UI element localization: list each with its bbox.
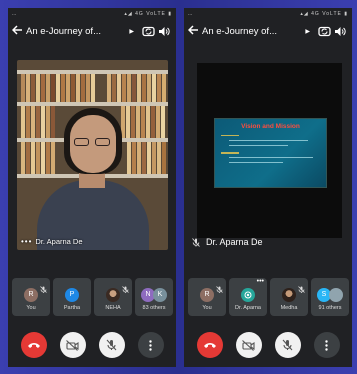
book-row [121, 106, 165, 138]
participant-label: You [202, 304, 212, 311]
switch-camera-icon[interactable] [316, 24, 332, 38]
book-row [21, 74, 95, 102]
switch-camera-icon[interactable] [140, 24, 156, 38]
mic-off-icon [192, 237, 200, 247]
speaker-name-tag: ••• Dr. Aparna De [21, 237, 83, 246]
more-options-button[interactable] [137, 332, 164, 358]
participant-label: Partha [63, 304, 81, 311]
caret-right-icon[interactable]: ▶ [305, 28, 310, 35]
back-arrow-icon[interactable] [187, 24, 202, 38]
participant-tile-medha[interactable]: Medha [270, 278, 308, 316]
meeting-title-bar: An e-Journey of... ▶ [8, 20, 176, 42]
participant-tile-others[interactable]: N K 83 others [135, 278, 173, 316]
camera-off-icon [66, 339, 79, 351]
end-call-icon [27, 343, 40, 348]
mic-off-icon [106, 339, 117, 351]
glasses-left [74, 138, 89, 146]
avatar-presenting-icon [241, 287, 255, 302]
status-bar: ... ▴◢ 4G VoLTE ▮ [8, 8, 176, 20]
avatar-photo [282, 287, 296, 302]
presenter-name-tag: Dr. Aparna De [192, 237, 263, 247]
end-call-button[interactable] [20, 332, 47, 358]
slide-title: Vision and Mission [241, 123, 300, 130]
mic-toggle-button[interactable] [98, 332, 125, 358]
more-options-icon [149, 339, 152, 351]
book-row [107, 74, 166, 102]
avatar-group: S [317, 287, 343, 302]
slide-body-text [221, 135, 320, 167]
end-call-icon [203, 343, 216, 348]
caret-right-icon[interactable]: ▶ [129, 28, 134, 35]
mic-off-icon [40, 280, 47, 298]
meeting-title[interactable]: An e-Journey of... [202, 26, 303, 37]
left-phone-screen: ... ▴◢ 4G VoLTE ▮ An e-Journey of... ▶ •… [8, 8, 176, 367]
avatar: P [65, 287, 79, 302]
book-row [21, 142, 55, 174]
mic-toggle-button[interactable] [274, 332, 301, 358]
call-controls [184, 332, 352, 358]
mic-off-icon [122, 280, 129, 298]
camera-off-icon [242, 339, 255, 351]
speaker-name: Dr. Aparna De [35, 237, 83, 246]
volume-icon[interactable] [156, 24, 172, 38]
avatar-photo [329, 287, 343, 302]
meeting-title[interactable]: An e-Journey of... [26, 26, 127, 37]
camera-toggle-button[interactable] [59, 332, 86, 358]
avatar-photo [106, 287, 120, 302]
participant-tile-dr-aparna[interactable]: ••• Dr. Aparna [229, 278, 267, 316]
avatar: R [200, 287, 214, 302]
status-bar: ... ▴◢ 4G VoLTE ▮ [184, 8, 352, 20]
avatar: K [153, 287, 167, 302]
participant-strip: R You P Partha NEHA N K 83 others [12, 278, 173, 316]
avatar: R [24, 287, 38, 302]
participant-tile-partha[interactable]: P Partha [53, 278, 91, 316]
presentation-slide: Vision and Mission [214, 118, 327, 188]
participant-tile-others[interactable]: S 91 others [311, 278, 349, 316]
mic-off-icon [282, 339, 293, 351]
more-options-icon [325, 339, 328, 351]
presenter-name: Dr. Aparna De [206, 237, 263, 247]
status-signal: ▴◢ 4G VoLTE ▮ [124, 11, 172, 17]
right-phone-screen: ... ▴◢ 4G VoLTE ▮ An e-Journey of... ▶ V… [184, 8, 352, 367]
participant-label: 83 others [142, 304, 166, 311]
volume-icon[interactable] [332, 24, 348, 38]
book-row [127, 142, 166, 174]
back-arrow-icon[interactable] [11, 24, 26, 38]
mic-off-icon [298, 280, 305, 298]
status-signal: ▴◢ 4G VoLTE ▮ [300, 11, 348, 17]
speaker-video[interactable]: ••• Dr. Aparna De [17, 60, 168, 250]
call-controls [8, 332, 176, 358]
participant-tile-you[interactable]: R You [188, 278, 226, 316]
participant-tile-you[interactable]: R You [12, 278, 50, 316]
status-carrier: ... [12, 11, 17, 17]
participant-label: Dr. Aparna [235, 304, 261, 311]
end-call-button[interactable] [196, 332, 223, 358]
glasses-right [95, 138, 110, 146]
status-carrier: ... [188, 11, 193, 17]
camera-toggle-button[interactable] [235, 332, 262, 358]
participant-label: Medha [280, 304, 298, 311]
presentation-view[interactable]: Vision and Mission [197, 63, 342, 238]
mic-off-icon [216, 280, 223, 298]
avatar-group: N K [141, 287, 167, 302]
participant-label: 91 others [318, 304, 342, 311]
participant-strip: R You ••• Dr. Aparna Medha S 91 others [188, 278, 349, 316]
more-options-button[interactable] [313, 332, 340, 358]
more-dots-icon[interactable]: ••• [21, 237, 32, 246]
more-dots-icon[interactable]: ••• [257, 278, 264, 285]
book-row [21, 106, 55, 138]
participant-tile-neha[interactable]: NEHA [94, 278, 132, 316]
participant-label: You [26, 304, 36, 311]
participant-label: NEHA [105, 304, 121, 311]
meeting-title-bar: An e-Journey of... ▶ [184, 20, 352, 42]
